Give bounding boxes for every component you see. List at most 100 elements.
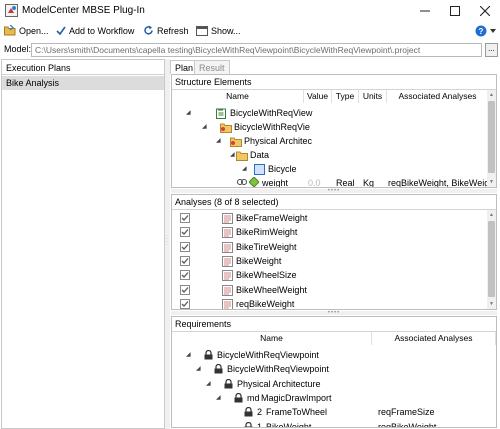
structure-row-associated: reqBikeWeight, BikeWeigh: [388, 178, 488, 188]
scroll-thumb[interactable]: [488, 101, 495, 173]
analysis-label: BikeWeight: [236, 255, 282, 266]
analysis-doc-icon: [222, 298, 233, 309]
refresh-button[interactable]: Refresh: [143, 23, 189, 38]
scroll-thumb[interactable]: [488, 221, 495, 297]
minimize-button[interactable]: [410, 0, 440, 22]
structure-row-label: BicycleWithReqView: [230, 108, 313, 118]
checkmark-icon: [181, 243, 189, 250]
requirement-label: BicycleWithReqViewpoint: [227, 364, 329, 375]
analysis-row[interactable]: BikeWeight: [172, 254, 488, 268]
analysis-checkbox[interactable]: [180, 227, 190, 238]
help-button[interactable]: ?: [475, 23, 496, 38]
folder-icon: [236, 150, 248, 161]
package-folder-icon: [230, 136, 242, 147]
expand-arrow-icon[interactable]: ◢: [186, 348, 191, 362]
execution-plans-header: Execution Plans: [2, 60, 164, 75]
splitter-grip-icon: ••••: [327, 310, 341, 316]
analysis-checkbox[interactable]: [180, 270, 190, 281]
analyses-header: Analyses (8 of 8 selected): [172, 195, 496, 210]
analysis-label: BikeTireWeight: [236, 241, 297, 252]
analysis-checkbox[interactable]: [180, 284, 190, 295]
horizontal-splitter[interactable]: ••••: [171, 188, 497, 194]
close-button[interactable]: [470, 0, 500, 22]
expand-arrow-icon[interactable]: ◢: [196, 362, 201, 376]
analyses-panel: Analyses (8 of 8 selected) BikeFrameWeig…: [171, 194, 497, 310]
analysis-row[interactable]: reqBikeWeight: [172, 297, 488, 309]
lock-icon: [244, 421, 253, 427]
analysis-checkbox[interactable]: [180, 213, 190, 223]
add-to-workflow-label: Add to Workflow: [69, 25, 135, 36]
checkmark-icon: [181, 229, 189, 236]
requirement-id: 1: [257, 421, 263, 428]
lock-icon: [224, 378, 233, 389]
checkmark-icon: [181, 215, 189, 221]
analysis-checkbox[interactable]: [180, 241, 190, 252]
requirement-label: BicycleWithReqViewpoint: [217, 350, 319, 360]
project-icon: [216, 108, 227, 119]
expand-arrow-icon[interactable]: ◢: [216, 391, 221, 405]
expand-arrow-icon[interactable]: ◢: [186, 106, 191, 120]
analysis-row[interactable]: BikeWheelSize: [172, 268, 488, 282]
scroll-up-icon[interactable]: ▲: [489, 212, 494, 218]
open-label: Open...: [19, 25, 49, 36]
lock-icon: [244, 407, 253, 417]
checkmark-icon: [181, 272, 189, 279]
lock-icon: [214, 364, 223, 374]
column-name[interactable]: Name: [172, 90, 304, 103]
expand-arrow-icon[interactable]: ◢: [202, 120, 207, 134]
expand-arrow-icon[interactable]: ◢: [242, 162, 247, 176]
tab-result[interactable]: Result: [194, 60, 230, 74]
vertical-splitter[interactable]: · · · ·: [165, 59, 170, 429]
show-label: Show...: [211, 25, 241, 36]
refresh-label: Refresh: [157, 25, 189, 36]
toolbar: Open... Add to Workflow Refresh Show... …: [0, 22, 500, 40]
link-icon: [237, 179, 247, 185]
maximize-button[interactable]: [440, 0, 470, 22]
scroll-down-icon[interactable]: ▼: [489, 179, 494, 185]
structure-row-label: weight: [262, 178, 289, 188]
structure-row-label: Bicycle: [268, 164, 297, 174]
structure-row-label: BicycleWithReqVie: [234, 122, 310, 132]
column-value[interactable]: Value: [304, 90, 332, 103]
open-button[interactable]: Open...: [4, 23, 49, 38]
analysis-row[interactable]: BikeRimWeight: [172, 225, 488, 239]
expand-arrow-icon[interactable]: ◢: [216, 134, 221, 148]
analysis-checkbox[interactable]: [180, 255, 190, 266]
column-associated-analyses[interactable]: Associated Analyses: [387, 90, 489, 103]
add-to-workflow-button[interactable]: Add to Workflow: [56, 23, 134, 38]
window-icon: [196, 25, 208, 36]
scroll-down-icon[interactable]: ▼: [489, 301, 494, 307]
show-button[interactable]: Show...: [196, 23, 241, 38]
scroll-up-icon[interactable]: ▲: [489, 92, 494, 98]
structure-row-value: 0.0: [308, 178, 321, 188]
column-type[interactable]: Type: [332, 90, 359, 103]
app-icon: [5, 4, 18, 17]
checkmark-icon: [181, 300, 189, 307]
structure-row-label: Physical Architec: [244, 136, 313, 146]
execution-plan-item[interactable]: Bike Analysis: [2, 76, 164, 90]
model-path-field[interactable]: C:\Users\smith\Documents\capella testing…: [31, 43, 482, 57]
execution-plans-pane: Execution Plans Bike Analysis: [1, 59, 165, 429]
expand-arrow-icon[interactable]: ◢: [206, 377, 211, 391]
analysis-checkbox[interactable]: [180, 298, 190, 309]
requirement-associated: reqFrameSize: [378, 407, 435, 418]
structure-row-type: Real: [336, 178, 355, 188]
expand-arrow-icon[interactable]: ◢: [230, 148, 235, 162]
window-title: ModelCenter MBSE Plug-In: [22, 5, 145, 16]
analysis-label: BikeFrameWeight: [236, 213, 308, 223]
analysis-doc-icon: [222, 213, 233, 224]
analysis-row[interactable]: BikeWheelWeight: [172, 283, 488, 297]
structure-elements-panel: Structure Elements Name Value Type Units…: [171, 74, 497, 188]
requirement-label: MagicDrawImport: [261, 392, 332, 403]
analysis-row[interactable]: BikeTireWeight: [172, 240, 488, 254]
analyses-scrollbar[interactable]: ▲ ▼: [487, 210, 496, 309]
horizontal-splitter[interactable]: ••••: [171, 310, 497, 316]
requirement-id: md: [247, 392, 260, 403]
requirements-tree: ◢ BicycleWithReqViewpoint ◢ BicycleWithReqV…: [172, 317, 496, 427]
analysis-row[interactable]: BikeFrameWeight: [172, 211, 488, 225]
column-units[interactable]: Units: [359, 90, 387, 103]
browse-button[interactable]: ...: [485, 43, 498, 57]
structure-scrollbar[interactable]: ▲ ▼: [487, 90, 496, 187]
analyses-list: BikeFrameWeight BikeRimWeight BikeTireWeig…: [172, 211, 488, 309]
chevron-down-icon: [490, 28, 496, 33]
